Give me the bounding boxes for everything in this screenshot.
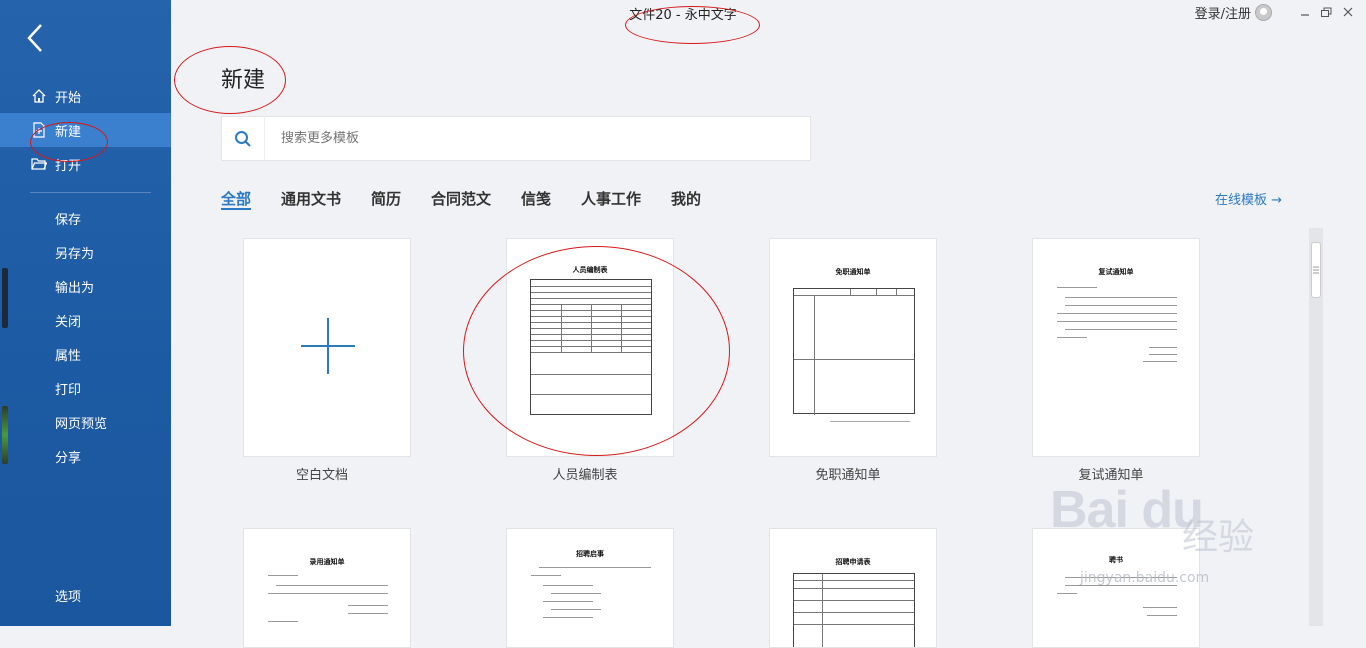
tab-mine[interactable]: 我的 <box>671 188 701 209</box>
login-button[interactable]: 登录/注册 <box>1195 3 1272 22</box>
template-card-hiring-request[interactable]: 招聘申请表 <box>769 528 937 648</box>
sidebar-item-properties[interactable]: 属性 <box>0 339 171 369</box>
doc-title: 人员编制表 <box>572 266 608 274</box>
close-icon[interactable] <box>1340 4 1356 20</box>
home-icon <box>30 87 48 105</box>
doc-table <box>530 279 652 415</box>
edge-meter-green <box>2 406 8 464</box>
tab-resume[interactable]: 简历 <box>371 188 401 209</box>
tab-all[interactable]: 全部 <box>221 188 251 209</box>
template-card-offer-notice[interactable]: 录用通知单 <box>243 528 411 648</box>
sidebar-item-new[interactable]: 新建 <box>0 113 171 147</box>
sidebar-item-print[interactable]: 打印 <box>0 373 171 403</box>
doc-table <box>793 288 915 415</box>
sidebar-item-label: 打开 <box>55 158 82 174</box>
template-label: 人员编制表 <box>552 468 618 483</box>
scrollbar-thumb[interactable] <box>1311 242 1321 298</box>
tab-general-docs[interactable]: 通用文书 <box>281 188 341 209</box>
search-box[interactable] <box>221 116 811 161</box>
sidebar-item-export[interactable]: 输出为 <box>0 271 171 301</box>
doc-title: 录用通知单 <box>309 558 345 566</box>
online-templates-link[interactable]: 在线模板 → <box>1215 189 1282 208</box>
tab-letterhead[interactable]: 信笺 <box>521 188 551 209</box>
page-title: 新建 <box>221 68 266 93</box>
sidebar-item-web-preview[interactable]: 网页预览 <box>0 407 171 437</box>
doc-table <box>793 573 915 647</box>
doc-title: 招聘启事 <box>576 550 604 558</box>
search-input[interactable] <box>279 130 763 147</box>
minimize-icon[interactable] <box>1297 4 1313 20</box>
doc-title: 招聘申请表 <box>835 558 871 566</box>
avatar-icon <box>1255 4 1272 21</box>
restore-icon[interactable] <box>1318 4 1334 20</box>
tab-contracts[interactable]: 合同范文 <box>431 188 491 209</box>
sidebar: 开始 新建 打开 保存 另存为 输出为 关闭 属性 打印 网页预览 分享 选项 <box>0 0 171 626</box>
template-card-job-posting[interactable]: 招聘启事 <box>506 528 674 648</box>
plus-icon <box>301 318 355 374</box>
new-doc-icon <box>30 121 48 139</box>
sidebar-item-share[interactable]: 分享 <box>0 441 171 471</box>
sidebar-item-save-as[interactable]: 另存为 <box>0 237 171 267</box>
tab-hr-work[interactable]: 人事工作 <box>581 188 641 209</box>
sidebar-item-start[interactable]: 开始 <box>0 79 171 113</box>
sidebar-item-label: 开始 <box>55 90 82 106</box>
doc-title: 聘书 <box>1109 556 1123 564</box>
sidebar-item-open[interactable]: 打开 <box>0 147 171 181</box>
active-tab-indicator <box>221 208 251 210</box>
template-label: 空白文档 <box>295 468 348 483</box>
window-title: 文件20 - 永中文字 <box>629 8 737 23</box>
annotation-circle <box>625 6 760 44</box>
template-card-dismissal-notice[interactable]: 免职通知单 <box>769 238 937 457</box>
doc-title: 免职通知单 <box>835 268 871 276</box>
template-label: 免职通知单 <box>815 468 881 483</box>
search-icon[interactable] <box>222 116 265 161</box>
sidebar-divider <box>30 192 151 193</box>
sidebar-item-close[interactable]: 关闭 <box>0 305 171 335</box>
template-label: 复试通知单 <box>1078 468 1144 483</box>
template-card-appointment-letter[interactable]: 聘书 <box>1032 528 1200 648</box>
sidebar-item-label: 新建 <box>55 124 82 140</box>
login-label: 登录/注册 <box>1194 7 1251 22</box>
template-card-interview-notice[interactable]: 复试通知单 <box>1032 238 1200 457</box>
folder-icon <box>30 155 48 173</box>
sidebar-item-save[interactable]: 保存 <box>0 203 171 233</box>
sidebar-item-options[interactable]: 选项 <box>0 580 171 610</box>
template-card-staffing-table[interactable]: 人员编制表 <box>506 238 674 457</box>
doc-title: 复试通知单 <box>1098 268 1134 276</box>
back-arrow-icon[interactable] <box>24 22 48 54</box>
template-card-blank[interactable] <box>243 238 411 457</box>
edge-meter <box>2 268 8 328</box>
